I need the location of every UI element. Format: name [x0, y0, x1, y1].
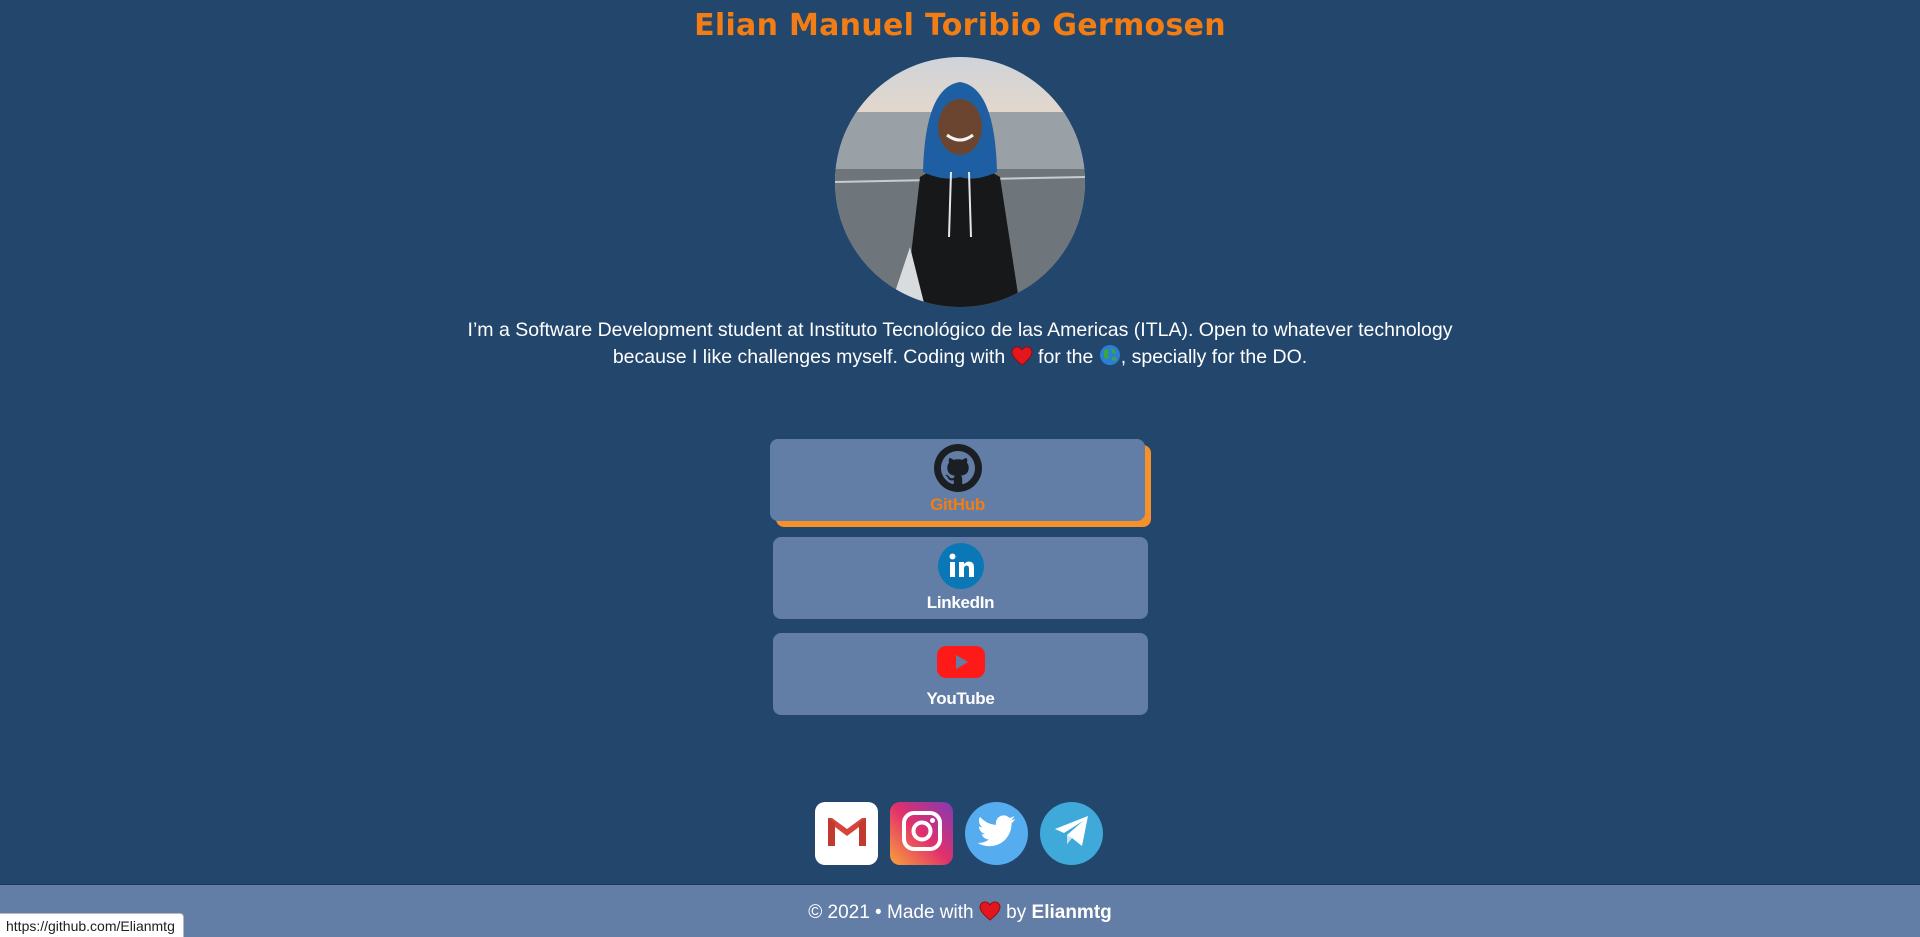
bio-text-part-3: , specially for the DO.	[1120, 346, 1308, 368]
twitter-icon	[976, 815, 1016, 852]
heart-icon	[1011, 346, 1033, 374]
footer-by: by	[1006, 902, 1027, 923]
youtube-link-label: YouTube	[926, 689, 995, 708]
youtube-link-card[interactable]: YouTube	[773, 633, 1148, 715]
gmail-link[interactable]	[815, 802, 878, 865]
bio-text-part-2: for the	[1038, 346, 1094, 368]
footer-author-link[interactable]: Elianmtg	[1032, 902, 1112, 923]
globe-icon	[1099, 344, 1121, 374]
twitter-link[interactable]	[965, 802, 1028, 865]
linkedin-link-card[interactable]: LinkedIn	[773, 537, 1148, 619]
bio-text: I’m a Software Development student at In…	[460, 317, 1460, 374]
footer-text: © 2021 • Made with by Elianmtg	[0, 901, 1920, 927]
footer-prefix: © 2021 • Made with	[808, 902, 974, 923]
github-link-label: GitHub	[930, 495, 985, 514]
linkedin-link-label: LinkedIn	[926, 593, 995, 612]
github-link-card[interactable]: GitHub	[770, 439, 1145, 521]
avatar	[835, 57, 1085, 307]
instagram-link[interactable]	[890, 802, 953, 865]
github-icon	[770, 443, 1145, 493]
page: Elian Manuel Toribio Germosen I’m a Soft…	[0, 0, 1920, 937]
footer: © 2021 • Made with by Elianmtg	[0, 884, 1920, 937]
linkedin-icon	[773, 541, 1148, 591]
gmail-icon	[824, 813, 870, 854]
heart-icon	[979, 901, 1001, 927]
instagram-icon	[900, 809, 944, 858]
social-links	[815, 802, 1103, 865]
browser-status-url: https://github.com/Elianmtg	[0, 913, 184, 937]
page-title: Elian Manuel Toribio Germosen	[694, 8, 1226, 43]
youtube-icon	[773, 637, 1148, 687]
telegram-icon	[1052, 813, 1092, 854]
telegram-link[interactable]	[1040, 802, 1103, 865]
